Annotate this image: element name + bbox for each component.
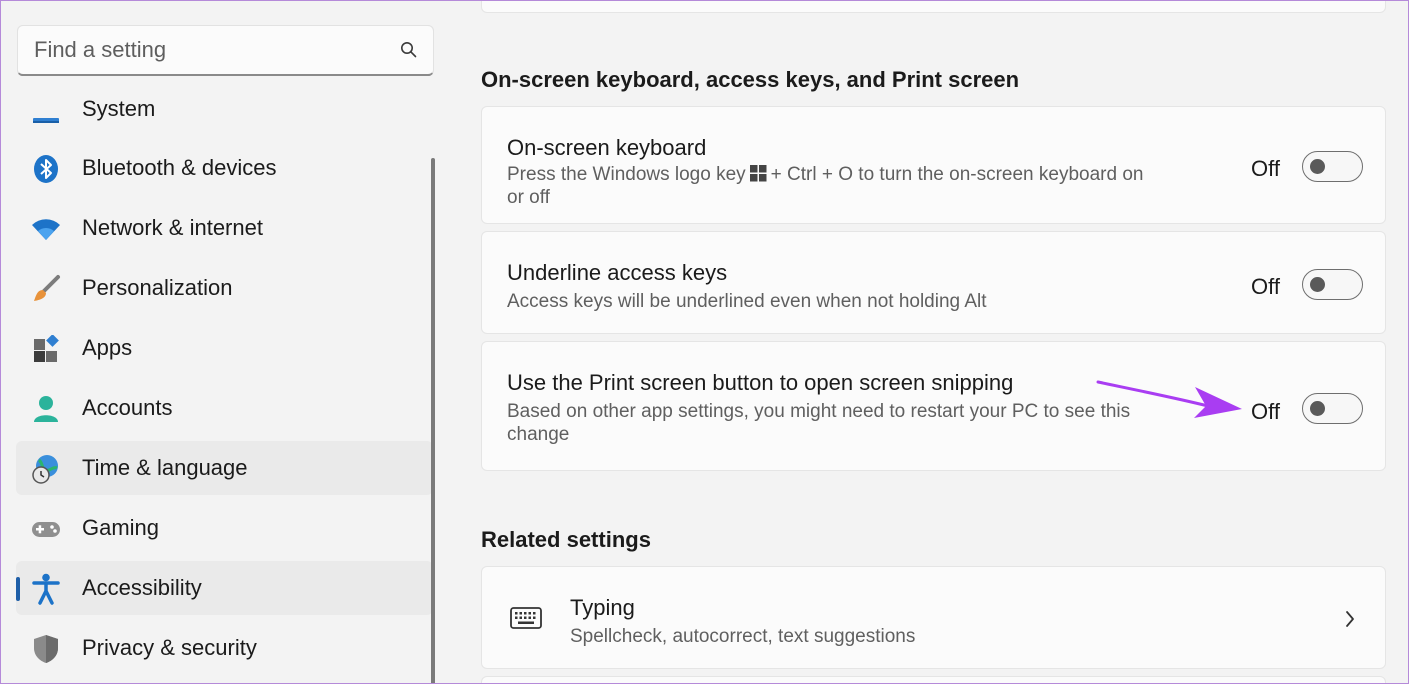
annotation-arrow-icon bbox=[1096, 380, 1242, 418]
accessibility-icon bbox=[30, 573, 62, 605]
sidebar-item-label: Time & language bbox=[82, 455, 248, 480]
sidebar-item-label: Accounts bbox=[82, 395, 173, 420]
toggle-state-label: Off bbox=[1251, 156, 1280, 181]
sidebar: System Bluetooth & devices Network & int… bbox=[0, 0, 440, 684]
chevron-right-icon bbox=[1346, 611, 1354, 627]
previous-card bbox=[481, 0, 1386, 13]
sidebar-item-accounts[interactable]: Accounts bbox=[16, 381, 433, 435]
toggle-knob bbox=[1310, 159, 1325, 174]
sidebar-item-bluetooth[interactable]: Bluetooth & devices bbox=[16, 141, 433, 195]
desc-line2: or off bbox=[507, 187, 550, 208]
desc-line2: change bbox=[507, 424, 570, 445]
row-title: On-screen keyboard bbox=[507, 135, 707, 160]
main-content: On-screen keyboard, access keys, and Pri… bbox=[440, 0, 1409, 684]
underline-access-keys-row: Underline access keys Access keys will b… bbox=[481, 231, 1386, 334]
gamepad-icon bbox=[30, 513, 62, 545]
sidebar-item-network[interactable]: Network & internet bbox=[16, 201, 433, 255]
bluetooth-icon bbox=[30, 153, 62, 185]
sidebar-item-system[interactable]: System bbox=[16, 82, 433, 136]
toggle-knob bbox=[1310, 277, 1325, 292]
windows-logo-icon bbox=[749, 165, 767, 182]
on-screen-keyboard-row: On-screen keyboard Press the Windows log… bbox=[481, 106, 1386, 224]
sidebar-item-privacy-security[interactable]: Privacy & security bbox=[16, 621, 433, 675]
next-card bbox=[481, 676, 1386, 684]
search-icon[interactable] bbox=[399, 40, 419, 60]
print-screen-toggle[interactable] bbox=[1302, 393, 1363, 424]
row-description: Press the Windows logo key + Ctrl + O to … bbox=[507, 163, 1227, 209]
sidebar-item-label: Accessibility bbox=[82, 575, 202, 600]
toggle-state-label: Off bbox=[1251, 274, 1280, 299]
selected-indicator bbox=[16, 577, 20, 601]
sidebar-item-label: Privacy & security bbox=[82, 635, 257, 660]
shield-icon bbox=[30, 633, 62, 665]
desc-after-logo: + Ctrl + O to turn the on-screen keyboar… bbox=[770, 164, 1144, 185]
sidebar-item-label: Personalization bbox=[82, 275, 233, 300]
underline-access-keys-toggle[interactable] bbox=[1302, 269, 1363, 300]
sidebar-item-gaming[interactable]: Gaming bbox=[16, 501, 433, 555]
sidebar-item-personalization[interactable]: Personalization bbox=[16, 261, 433, 315]
desc-before-logo: Press the Windows logo key bbox=[507, 164, 746, 185]
row-description: Spellcheck, autocorrect, text suggestion… bbox=[570, 626, 916, 647]
search-input[interactable] bbox=[34, 37, 399, 63]
paintbrush-icon bbox=[30, 273, 62, 305]
sidebar-item-apps[interactable]: Apps bbox=[16, 321, 433, 375]
system-icon bbox=[30, 94, 62, 126]
print-screen-row: Use the Print screen button to open scre… bbox=[481, 341, 1386, 471]
row-description: Access keys will be underlined even when… bbox=[507, 291, 987, 312]
sidebar-item-label: System bbox=[82, 96, 156, 121]
row-title: Typing bbox=[570, 595, 635, 620]
sidebar-item-label: Apps bbox=[82, 335, 133, 360]
on-screen-keyboard-toggle[interactable] bbox=[1302, 151, 1363, 182]
keyboard-icon bbox=[510, 607, 542, 629]
apps-icon bbox=[30, 333, 62, 365]
toggle-knob bbox=[1310, 401, 1325, 416]
typing-row[interactable]: Typing Spellcheck, autocorrect, text sug… bbox=[481, 566, 1386, 669]
wifi-icon bbox=[30, 213, 62, 245]
sidebar-item-label: Gaming bbox=[82, 515, 160, 540]
search-box-overlay[interactable] bbox=[17, 25, 434, 76]
sidebar-item-time-language[interactable]: Time & language bbox=[16, 441, 433, 495]
sidebar-item-accessibility[interactable]: Accessibility bbox=[16, 561, 433, 615]
desc-line1: Based on other app settings, you might n… bbox=[507, 401, 1131, 422]
user-icon bbox=[30, 393, 62, 425]
related-settings-title: Related settings bbox=[481, 527, 651, 552]
sidebar-item-label: Bluetooth & devices bbox=[82, 155, 277, 180]
toggle-state-label: Off bbox=[1251, 399, 1280, 424]
globe-clock-icon bbox=[30, 453, 62, 485]
row-title: Underline access keys bbox=[507, 260, 728, 285]
section-title: On-screen keyboard, access keys, and Pri… bbox=[481, 67, 1020, 92]
sidebar-item-label: Network & internet bbox=[82, 215, 263, 240]
sidebar-scrollbar[interactable] bbox=[431, 158, 435, 684]
row-title: Use the Print screen button to open scre… bbox=[507, 370, 1014, 395]
